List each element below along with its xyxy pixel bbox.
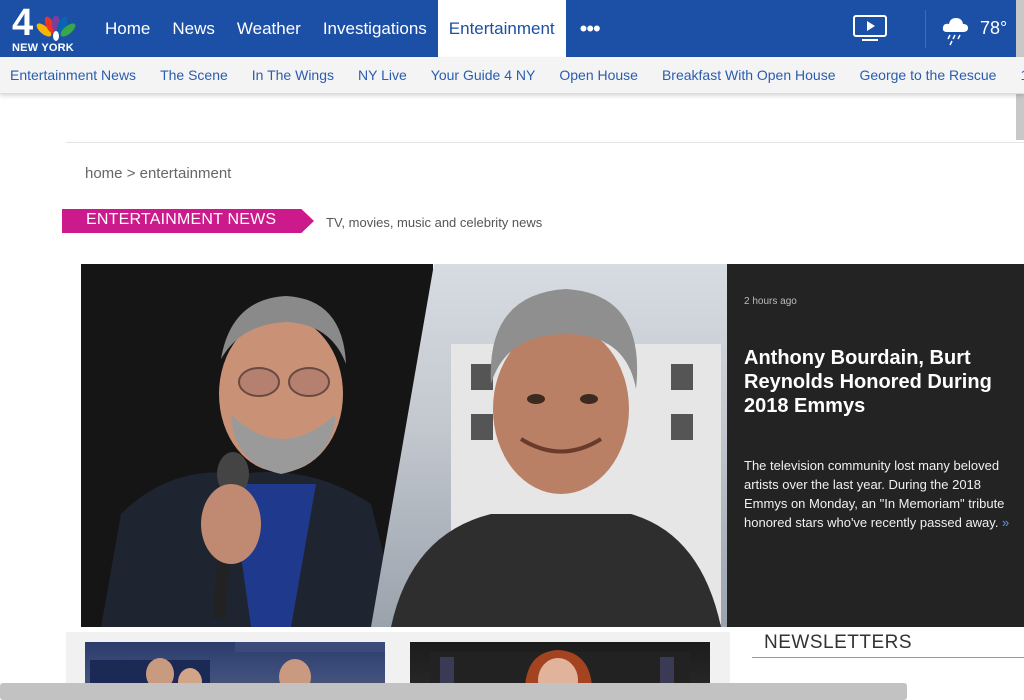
hero-timestamp: 2 hours ago [744, 296, 797, 307]
rain-cloud-icon[interactable] [940, 14, 970, 46]
main-nav: Home News Weather Investigations Enterta… [94, 0, 614, 57]
nav-item-weather[interactable]: Weather [226, 0, 312, 57]
newsletters-divider [752, 657, 1024, 658]
video-play-icon[interactable] [852, 14, 888, 42]
more-menu-icon[interactable]: ••• [566, 0, 614, 57]
hero-headline[interactable]: Anthony Bourdain, Burt Reynolds Honored … [744, 346, 1014, 418]
current-temperature[interactable]: 78° [980, 18, 1007, 39]
section-tag: ENTERTAINMENT NEWS [62, 209, 314, 233]
portrait-photo-left [81, 264, 433, 627]
read-more-link[interactable]: » [998, 515, 1009, 530]
nbc4-logo[interactable]: 4 NEW YORK [10, 4, 82, 54]
subnav-item-open-house[interactable]: Open House [547, 57, 650, 93]
subnav-item-in-the-wings[interactable]: In The Wings [240, 57, 346, 93]
subnav-item-entertainment-news[interactable]: Entertainment News [0, 57, 148, 93]
breadcrumb[interactable]: home > entertainment [85, 165, 231, 182]
subnav-item-your-guide-4-ny[interactable]: Your Guide 4 NY [419, 57, 548, 93]
content-divider [66, 142, 1024, 143]
subnav-item-the-scene[interactable]: The Scene [148, 57, 240, 93]
hero-description: The television community lost many belov… [744, 456, 1022, 532]
hero-story[interactable]: 2 hours ago Anthony Bourdain, Burt Reyno… [81, 264, 1024, 627]
subnav-item-george-to-the-rescue[interactable]: George to the Rescue [848, 57, 1009, 93]
newsletters-heading: NEWSLETTERS [764, 632, 913, 653]
hero-description-text: The television community lost many belov… [744, 458, 1005, 530]
subnav-item-1st-look[interactable]: 1st Look [1008, 57, 1024, 93]
horizontal-scrollbar[interactable] [0, 683, 907, 700]
section-tag-label: ENTERTAINMENT NEWS [86, 211, 277, 228]
top-navigation-bar: 4 NEW YORK Home News Weather Investigati… [0, 0, 1024, 57]
hero-photo-left[interactable] [81, 264, 433, 627]
nav-item-news[interactable]: News [161, 0, 226, 57]
logo-city: NEW YORK [12, 42, 74, 54]
nav-item-home[interactable]: Home [94, 0, 161, 57]
nav-item-entertainment[interactable]: Entertainment [437, 0, 566, 57]
nav-item-investigations[interactable]: Investigations [312, 0, 438, 57]
header-divider [925, 10, 926, 48]
peacock-icon [36, 16, 76, 41]
logo-number: 4 [12, 2, 34, 44]
sub-navigation: Entertainment News The Scene In The Wing… [0, 57, 1024, 94]
subnav-item-breakfast-with-open-house[interactable]: Breakfast With Open House [650, 57, 848, 93]
section-subtitle: TV, movies, music and celebrity news [326, 215, 543, 230]
hero-text-panel: 2 hours ago Anthony Bourdain, Burt Reyno… [727, 264, 1024, 627]
subnav-item-ny-live[interactable]: NY Live [346, 57, 419, 93]
